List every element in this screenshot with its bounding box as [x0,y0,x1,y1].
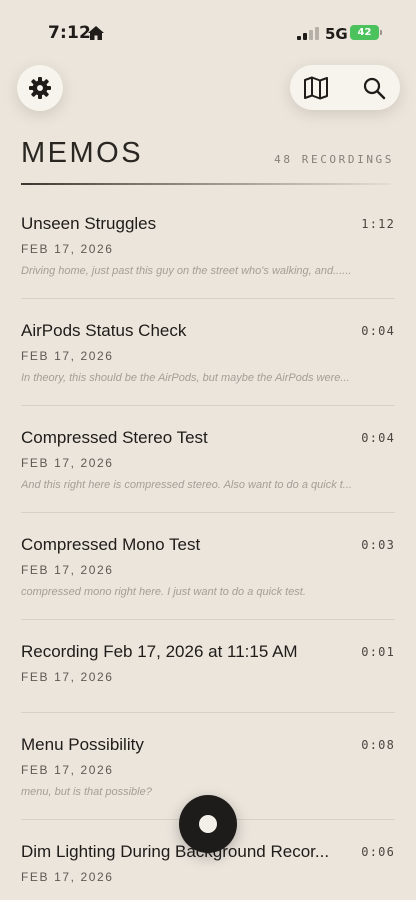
memo-title: AirPods Status Check [21,321,187,340]
memo-divider [21,512,395,513]
map-button[interactable] [298,70,334,106]
memo-date: FEB 17, 2026 [21,563,114,577]
memo-divider [21,619,395,620]
memo-preview: compressed mono right here. I just want … [21,586,306,598]
memo-date: FEB 17, 2026 [21,349,114,363]
gear-icon [29,77,51,99]
memo-duration: 0:06 [361,845,395,859]
memo-date: FEB 17, 2026 [21,870,114,884]
search-icon [363,77,386,100]
settings-button[interactable] [17,65,63,111]
memo-title: Dim Lighting During Background Recor... [21,842,330,861]
memo-preview: And this right here is compressed stereo… [21,479,352,491]
memo-date: FEB 17, 2026 [21,763,114,777]
battery-indicator: 42 [350,25,379,40]
cellular-signal-icon [297,27,319,40]
battery-level: 42 [357,27,372,38]
memo-divider [21,712,395,713]
memo-duration: 0:04 [361,324,395,338]
memo-date: FEB 17, 2026 [21,670,114,684]
memo-divider [21,405,395,406]
memo-title: Unseen Struggles [21,214,157,233]
map-search-pill [290,65,400,110]
memo-preview: In theory, this should be the AirPods, b… [21,372,350,384]
memo-duration: 0:08 [361,738,395,752]
memo-duration: 1:12 [361,217,395,231]
memo-title: Compressed Mono Test [21,535,201,554]
memo-duration: 0:01 [361,645,395,659]
record-button[interactable] [179,795,237,853]
header-divider [21,183,391,185]
status-time: 7:12 [48,23,92,43]
memo-date: FEB 17, 2026 [21,242,114,256]
recording-count: 48 RECORDINGS [274,153,394,166]
page-title: MEMOS [21,137,144,169]
memo-divider [21,298,395,299]
map-icon [304,76,328,100]
home-icon [88,26,104,40]
search-button[interactable] [356,70,392,106]
record-icon [199,815,217,833]
memo-date: FEB 17, 2026 [21,456,114,470]
network-type: 5G [325,25,348,43]
battery-tip [380,30,382,35]
status-bar: 7:12 5G 42 [0,0,416,62]
memo-title: Recording Feb 17, 2026 at 11:15 AM [21,642,298,661]
memo-preview: Driving home, just past this guy on the … [21,265,352,277]
memo-duration: 0:04 [361,431,395,445]
memo-title: Compressed Stereo Test [21,428,208,447]
memo-title: Menu Possibility [21,735,144,754]
memo-duration: 0:03 [361,538,395,552]
